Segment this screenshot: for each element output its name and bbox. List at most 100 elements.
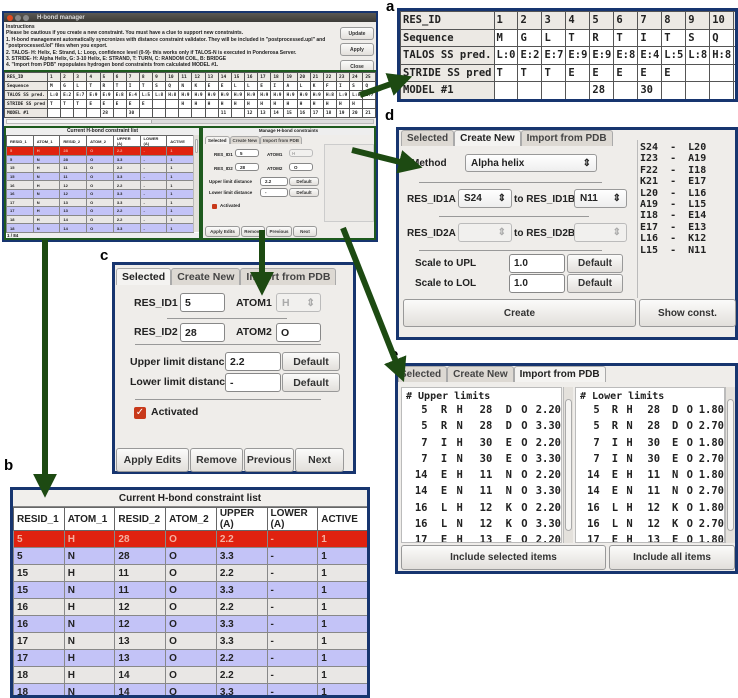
atom2-input[interactable]: O (289, 163, 313, 171)
close-window-icon[interactable] (7, 14, 13, 21)
tab-import-pdb[interactable]: Import from PDB (520, 130, 613, 146)
pair-item[interactable]: S24 - L20 (640, 142, 738, 153)
scale-upl-input[interactable]: 1.0 (509, 254, 565, 273)
upper-limit-input[interactable]: 2.2 (260, 177, 288, 186)
apply-edits-button[interactable]: Apply Edits (116, 448, 189, 472)
lower-limit-input[interactable]: - (225, 373, 281, 392)
tab-selected[interactable]: Selected (398, 366, 448, 382)
show-const-button[interactable]: Show const. (639, 299, 736, 327)
previous-button[interactable]: Previous (266, 226, 292, 237)
apply-button[interactable]: Apply (340, 43, 374, 56)
res-id1-input[interactable]: 5 (235, 149, 259, 157)
limit-row[interactable]: 5 R N 28 D O 2.70 (576, 418, 724, 434)
table-row[interactable]: 15 N 11 O 3.3-1 (6, 171, 194, 182)
table-row[interactable]: 16 N 12 O 3.3-1 (13, 615, 367, 633)
method-select[interactable]: Alpha helix ⇕ (465, 154, 597, 172)
table-row[interactable]: 17 N 13 O 3.3-1 (13, 632, 367, 650)
table-row[interactable]: 18 H 14 O 2.2-1 (13, 666, 367, 684)
scale-lol-default-button[interactable]: Default (567, 274, 623, 293)
limit-row[interactable]: 16 L N 12 K O 2.70 (576, 516, 724, 532)
remove-button[interactable]: Remove (190, 448, 243, 472)
table-row[interactable]: 15 H 11 O 2.2-1 (13, 564, 367, 582)
scale-upl-default-button[interactable]: Default (567, 254, 623, 273)
table-row[interactable]: 18 H 14 O 2.2-1 (6, 214, 194, 225)
pair-item[interactable]: F22 - I18 (640, 165, 738, 176)
column-header[interactable]: UPPER (A) (215, 507, 268, 531)
column-header[interactable]: ATOM_2 (86, 135, 114, 147)
lower-default-button[interactable]: Default (289, 188, 319, 197)
column-header[interactable]: LOWER (A) (139, 135, 168, 147)
create-button[interactable]: Create (403, 299, 636, 327)
limit-row[interactable]: 14 E H 11 N O 2.20 (402, 467, 561, 483)
limit-row[interactable]: 16 L H 12 K O 2.20 (402, 500, 561, 516)
include-selected-button[interactable]: Include selected items (401, 545, 606, 570)
lower-list-scrollbar[interactable] (725, 387, 735, 543)
upper-default-button[interactable]: Default (282, 352, 340, 371)
limit-row[interactable]: 14 E N 11 N O 3.30 (402, 483, 561, 499)
pair-item[interactable]: L20 - L16 (640, 188, 738, 199)
scrollbar-thumb[interactable] (7, 120, 152, 123)
remove-button[interactable]: Remove (241, 226, 265, 237)
tab-create-new[interactable]: Create New (171, 268, 241, 285)
column-header[interactable]: ATOM_2 (165, 507, 217, 531)
apply-edits-button[interactable]: Apply Edits (205, 226, 240, 237)
tab-create-new[interactable]: Create New (447, 366, 514, 382)
table-row[interactable]: 17 H 13 O 2.2-1 (13, 649, 367, 667)
pair-item[interactable]: K21 - E17 (640, 176, 738, 187)
table-row[interactable]: 16 N 12 O 3.3-1 (6, 188, 194, 199)
upper-limits-list[interactable]: # Upper limits 5 R H 28 D O 2.20 5 R N 28 D O 3.30 7 I H… (401, 387, 562, 543)
minimize-window-icon[interactable] (15, 14, 21, 21)
res-id1a-select[interactable]: S24 ⇕ (458, 189, 512, 208)
atom1-select[interactable]: H ⇕ (276, 293, 321, 312)
next-button[interactable]: Next (293, 226, 317, 237)
tab-selected[interactable]: Selected (116, 268, 172, 285)
column-header[interactable]: LOWER (A) (266, 507, 319, 531)
limit-row[interactable]: 14 E H 11 N O 1.80 (576, 467, 724, 483)
column-header[interactable]: ACTIVE (166, 135, 194, 147)
activated-checkbox[interactable] (212, 204, 217, 209)
column-header[interactable]: RESID_2 (59, 135, 88, 147)
upper-limit-input[interactable]: 2.2 (225, 352, 281, 371)
res-id1b-select[interactable]: N11 ⇕ (574, 189, 627, 208)
res-id2b-select[interactable]: ⇕ (574, 223, 627, 242)
limit-row[interactable]: 17 E H 13 E O 1.80 (576, 532, 724, 542)
limit-row[interactable]: 7 I H 30 E O 1.80 (576, 435, 724, 451)
table-row[interactable]: 17 N 13 O 3.3-1 (6, 197, 194, 208)
tab-import-pdb[interactable]: Import from PDB (260, 136, 303, 144)
tab-import-pdb[interactable]: Import from PDB (240, 268, 337, 285)
list-vscrollbar[interactable] (193, 135, 199, 232)
limit-row[interactable]: 14 E N 11 N O 2.70 (576, 483, 724, 499)
pair-item[interactable]: A19 - L15 (640, 199, 738, 210)
table-row[interactable]: 16 H 12 O 2.2-1 (13, 598, 367, 616)
res-id1-input[interactable]: 5 (180, 293, 225, 312)
upper-default-button[interactable]: Default (289, 177, 319, 186)
table-row[interactable]: 5 H 28 O 2.2-1 (6, 146, 194, 156)
limit-row[interactable]: 5 R H 28 D O 1.80 (576, 402, 724, 418)
res-id2a-select[interactable]: ⇕ (458, 223, 512, 242)
ss-table-hscrollbar[interactable] (6, 119, 374, 124)
pair-item[interactable]: L16 - K12 (640, 233, 738, 244)
tab-create-new[interactable]: Create New (454, 130, 521, 146)
table-row[interactable]: 16 H 12 O 2.2-1 (6, 180, 194, 190)
column-header[interactable]: ACTIVE (317, 507, 367, 531)
table-row[interactable]: 5 N 28 O 3.3-1 (6, 154, 194, 165)
limit-row[interactable]: 7 I N 30 E O 2.70 (576, 451, 724, 467)
lower-default-button[interactable]: Default (282, 373, 340, 392)
limit-row[interactable]: 16 L N 12 K O 3.30 (402, 516, 561, 532)
column-header[interactable]: ATOM_1 (63, 507, 116, 531)
lower-limit-input[interactable]: - (260, 188, 288, 197)
previous-button[interactable]: Previous (244, 448, 294, 472)
lower-limits-list[interactable]: # Lower limits 5 R H 28 D O 1.80 5 R N 28 D O 2.70 7 I H… (575, 387, 725, 543)
scale-lol-input[interactable]: 1.0 (509, 274, 565, 293)
pair-item[interactable]: L15 - N11 (640, 245, 738, 256)
table-row[interactable]: 15 N 11 O 3.3-1 (13, 581, 367, 599)
update-button[interactable]: Update (340, 27, 374, 40)
column-header[interactable]: RESID_2 (114, 507, 167, 531)
pair-item[interactable]: I18 - E14 (640, 210, 738, 221)
table-row[interactable]: 5 N 28 O 3.3-1 (13, 547, 367, 565)
next-button[interactable]: Next (295, 448, 344, 472)
limit-row[interactable]: 7 I N 30 E O 3.30 (402, 451, 561, 467)
tab-selected[interactable]: Selected (205, 136, 230, 144)
table-row[interactable]: 18 N 14 O 3.3-1 (6, 223, 194, 233)
tab-selected[interactable]: Selected (401, 130, 455, 146)
